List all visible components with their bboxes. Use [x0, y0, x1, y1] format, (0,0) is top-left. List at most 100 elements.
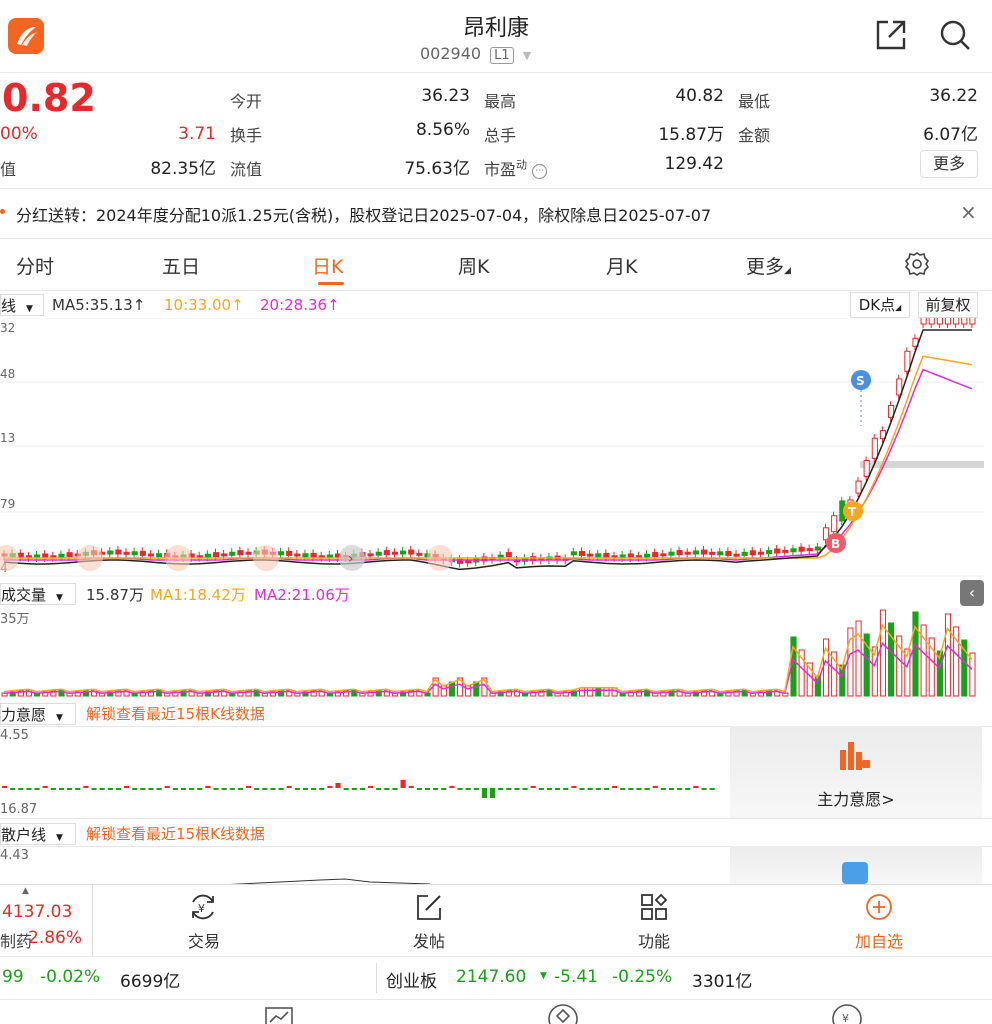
post-button[interactable]: 发帖: [389, 928, 469, 952]
tab-yuek[interactable]: 月K: [606, 252, 637, 279]
candle: [920, 318, 927, 325]
zlyy-unlock-card[interactable]: 主力意愿>: [730, 726, 982, 818]
candle: [237, 550, 244, 556]
volume-bar: [595, 687, 602, 697]
shx-unlock-card: [730, 846, 982, 886]
tab-rik[interactable]: 日K: [312, 252, 343, 279]
zlyy-bar: [530, 786, 536, 788]
volume-bar: [879, 609, 887, 697]
zlyy-bar: [335, 783, 341, 788]
zlyy-bar: [197, 788, 203, 790]
ticker-divider: [376, 963, 377, 993]
bar-lock-icon: [840, 742, 870, 770]
dividend-notice[interactable]: 分红送转：2024年度分配10派1.25元(含税)，股权登记日2025-07-0…: [16, 202, 711, 226]
settings-icon[interactable]: [904, 251, 930, 277]
ticker-b-pct: -0.25%: [612, 967, 673, 987]
zlyy-unlock-link[interactable]: 解锁查看最近15根K线数据: [86, 703, 265, 724]
index-ticker[interactable]: 99 -0.02% 6699亿 创业板 2147.60 ▼ -5.41 -0.2…: [0, 956, 992, 1000]
add-watchlist-button[interactable]: 加自选: [839, 928, 919, 952]
volume-chart[interactable]: [0, 604, 984, 698]
shx-chart[interactable]: [0, 846, 730, 886]
sell-marker-label: S: [856, 374, 865, 388]
zlyy-bar: [213, 788, 219, 790]
trade-icon[interactable]: ¥: [188, 892, 218, 922]
zlyy-bar: [628, 788, 634, 790]
chart-icon: [842, 862, 868, 884]
tab-fenshi[interactable]: 分时: [16, 252, 54, 279]
candle: [961, 318, 968, 325]
zlyy-select[interactable]: 力意愿 ▼: [0, 703, 76, 725]
discover-icon[interactable]: [546, 1002, 580, 1024]
dk-point-button[interactable]: DK点◢: [850, 292, 910, 318]
zlyy-bar: [571, 786, 577, 788]
sector-index-pct: 2.86%: [28, 928, 83, 948]
close-icon[interactable]: ×: [960, 200, 977, 224]
info-icon[interactable]: ⋯: [532, 164, 548, 179]
zlyy-bar: [42, 786, 48, 788]
ma5-value: MA5:35.13↑: [52, 296, 146, 314]
zlyy-bar: [115, 788, 121, 790]
candle: [245, 551, 252, 555]
candle: [855, 480, 862, 494]
stock-code-row[interactable]: 002940 L1 ▼: [420, 44, 531, 64]
zlyy-chart[interactable]: [0, 726, 730, 818]
candle: [278, 551, 285, 556]
shx-unlock-link[interactable]: 解锁查看最近15根K线数据: [86, 823, 265, 844]
zlyy-bar: [514, 788, 520, 790]
candle: [391, 551, 399, 555]
kline-type-select[interactable]: 线 ▼: [0, 294, 44, 316]
zlyy-bar: [579, 788, 585, 790]
zlyy-bar: [343, 788, 349, 790]
ticker-a-pct: -0.02%: [40, 967, 101, 987]
corner-triangle-icon: ◢: [784, 266, 791, 276]
pe-sup: 动: [516, 158, 528, 172]
down-triangle-icon: ▼: [540, 971, 547, 981]
zlyy-bar: [587, 788, 593, 790]
volume-select[interactable]: 成交量 ▼: [0, 583, 76, 605]
candle: [953, 318, 960, 325]
ticker-b-change: -5.41: [554, 967, 598, 987]
candle: [204, 553, 211, 558]
zlyy-bar: [124, 786, 130, 788]
ma10-value: 10:33.00↑: [164, 296, 244, 314]
wealth-icon[interactable]: ¥: [830, 1002, 864, 1024]
candle: [863, 459, 870, 477]
caret-down-icon: ▼: [26, 304, 33, 314]
zlyy-bar: [302, 788, 309, 790]
tab-more[interactable]: 更多◢: [746, 252, 791, 279]
candle: [766, 550, 773, 555]
candle: [570, 551, 577, 556]
trade-button[interactable]: 交易: [164, 928, 244, 952]
more-button[interactable]: 更多: [920, 150, 978, 178]
sector-index-value: 4137.03: [2, 902, 73, 922]
zlyy-bar: [433, 788, 439, 790]
candle: [66, 552, 73, 558]
stat-value: 129.42: [664, 154, 724, 174]
zlyy-bar: [140, 788, 146, 790]
tab-wuri[interactable]: 五日: [162, 252, 200, 279]
zlyy-bar: [229, 788, 235, 790]
candle: [831, 515, 838, 533]
kline-chart[interactable]: 32 48 13 79 4 › S T B: [0, 318, 984, 578]
zlyy-bar: [424, 788, 431, 790]
share-icon[interactable]: [874, 18, 908, 52]
candle: [383, 550, 390, 556]
tab-zhouk[interactable]: 周K: [458, 252, 489, 279]
sector-index-panel[interactable]: ▲ 4137.03 制药 2.86%: [0, 884, 93, 956]
zlyy-bar: [555, 788, 561, 790]
stat-value: 8.56%: [415, 120, 470, 140]
adjust-button[interactable]: 前复权: [918, 292, 978, 318]
function-icon[interactable]: [639, 892, 669, 922]
candle: [400, 550, 407, 555]
ticker-a-amount: 6699亿: [120, 972, 181, 992]
buy-marker-label: B: [831, 537, 840, 551]
post-icon[interactable]: [414, 892, 444, 922]
collapse-arrow-button[interactable]: ‹: [960, 580, 984, 606]
zlyy-bar: [254, 788, 260, 790]
function-button[interactable]: 功能: [614, 928, 694, 952]
search-icon[interactable]: [938, 18, 972, 52]
zlyy-bar: [58, 788, 65, 790]
add-watchlist-icon[interactable]: [864, 892, 894, 922]
shx-select[interactable]: 散户线 ▼: [0, 823, 76, 845]
market-chart-icon[interactable]: [264, 1004, 294, 1024]
